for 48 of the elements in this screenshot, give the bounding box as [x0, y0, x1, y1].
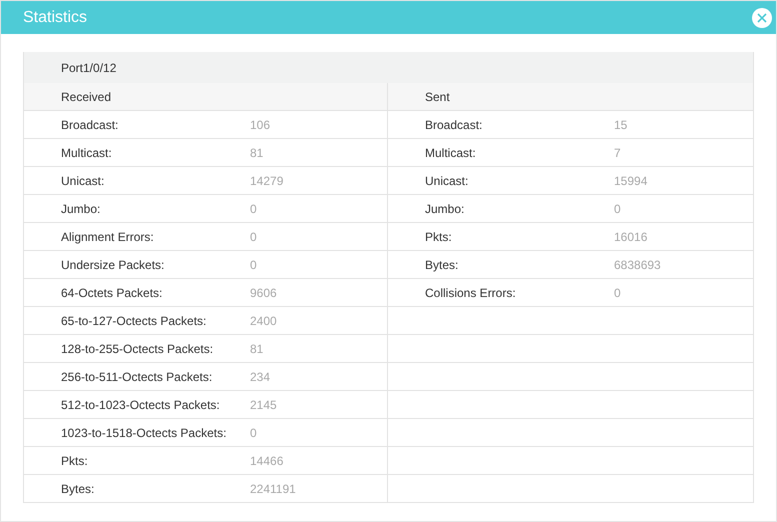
stat-label: Bytes: — [61, 480, 96, 498]
stat-value: 0 — [250, 228, 257, 246]
stat-label: Broadcast: — [425, 116, 484, 134]
stat-value: 2145 — [250, 396, 277, 414]
stat-value: 0 — [250, 256, 257, 274]
column-header: Received — [24, 83, 387, 110]
stat-value: 0 — [250, 200, 257, 218]
stat-label: Undersize Packets: — [61, 256, 166, 274]
stat-value: 106 — [250, 116, 270, 134]
stat-value: 2241191 — [250, 480, 296, 498]
stat-label: 512-to-1023-Octects Packets: — [61, 396, 221, 414]
stat-value: 15994 — [614, 172, 648, 190]
stat-label: Pkts: — [61, 452, 89, 470]
stat-label: Alignment Errors: — [61, 228, 155, 246]
stat-label: Broadcast: — [61, 116, 120, 134]
column-header: Sent — [388, 83, 753, 110]
stat-value: 7 — [614, 144, 621, 162]
stat-value: 6838693 — [614, 256, 661, 274]
stat-label: Unicast: — [61, 172, 106, 190]
stat-value: 81 — [250, 340, 264, 358]
close-button[interactable] — [752, 8, 772, 28]
stat-label: Jumbo: — [425, 200, 466, 218]
close-icon — [756, 12, 768, 24]
stat-label: Pkts: — [425, 228, 453, 246]
stat-value: 0 — [614, 284, 621, 302]
stat-label: Multicast: — [61, 144, 113, 162]
stat-value: 16016 — [614, 228, 648, 246]
stat-value: 81 — [250, 144, 264, 162]
stat-value: 15 — [614, 116, 628, 134]
stat-label: Multicast: — [425, 144, 477, 162]
stat-label: 1023-to-1518-Octects Packets: — [61, 424, 228, 442]
stat-value: 0 — [614, 200, 621, 218]
stat-label: 256-to-511-Octects Packets: — [61, 368, 214, 386]
stat-label: Unicast: — [425, 172, 470, 190]
stat-value: 0 — [250, 424, 257, 442]
stat-label: Bytes: — [425, 256, 460, 274]
port-header: Port1/0/12 — [24, 52, 753, 83]
stat-label: 128-to-255-Octects Packets: — [61, 340, 214, 358]
window-title: Statistics — [23, 8, 88, 28]
stat-label: Collisions Errors: — [425, 284, 517, 302]
stat-label: Jumbo: — [61, 200, 102, 218]
stat-value: 2400 — [250, 312, 277, 330]
stat-label: 64-Octets Packets: — [61, 284, 164, 302]
stat-value: 9606 — [250, 284, 277, 302]
stat-value: 14279 — [250, 172, 284, 190]
stat-label: 65-to-127-Octects Packets: — [61, 312, 208, 330]
stat-value: 14466 — [250, 452, 284, 470]
stat-value: 234 — [250, 368, 270, 386]
